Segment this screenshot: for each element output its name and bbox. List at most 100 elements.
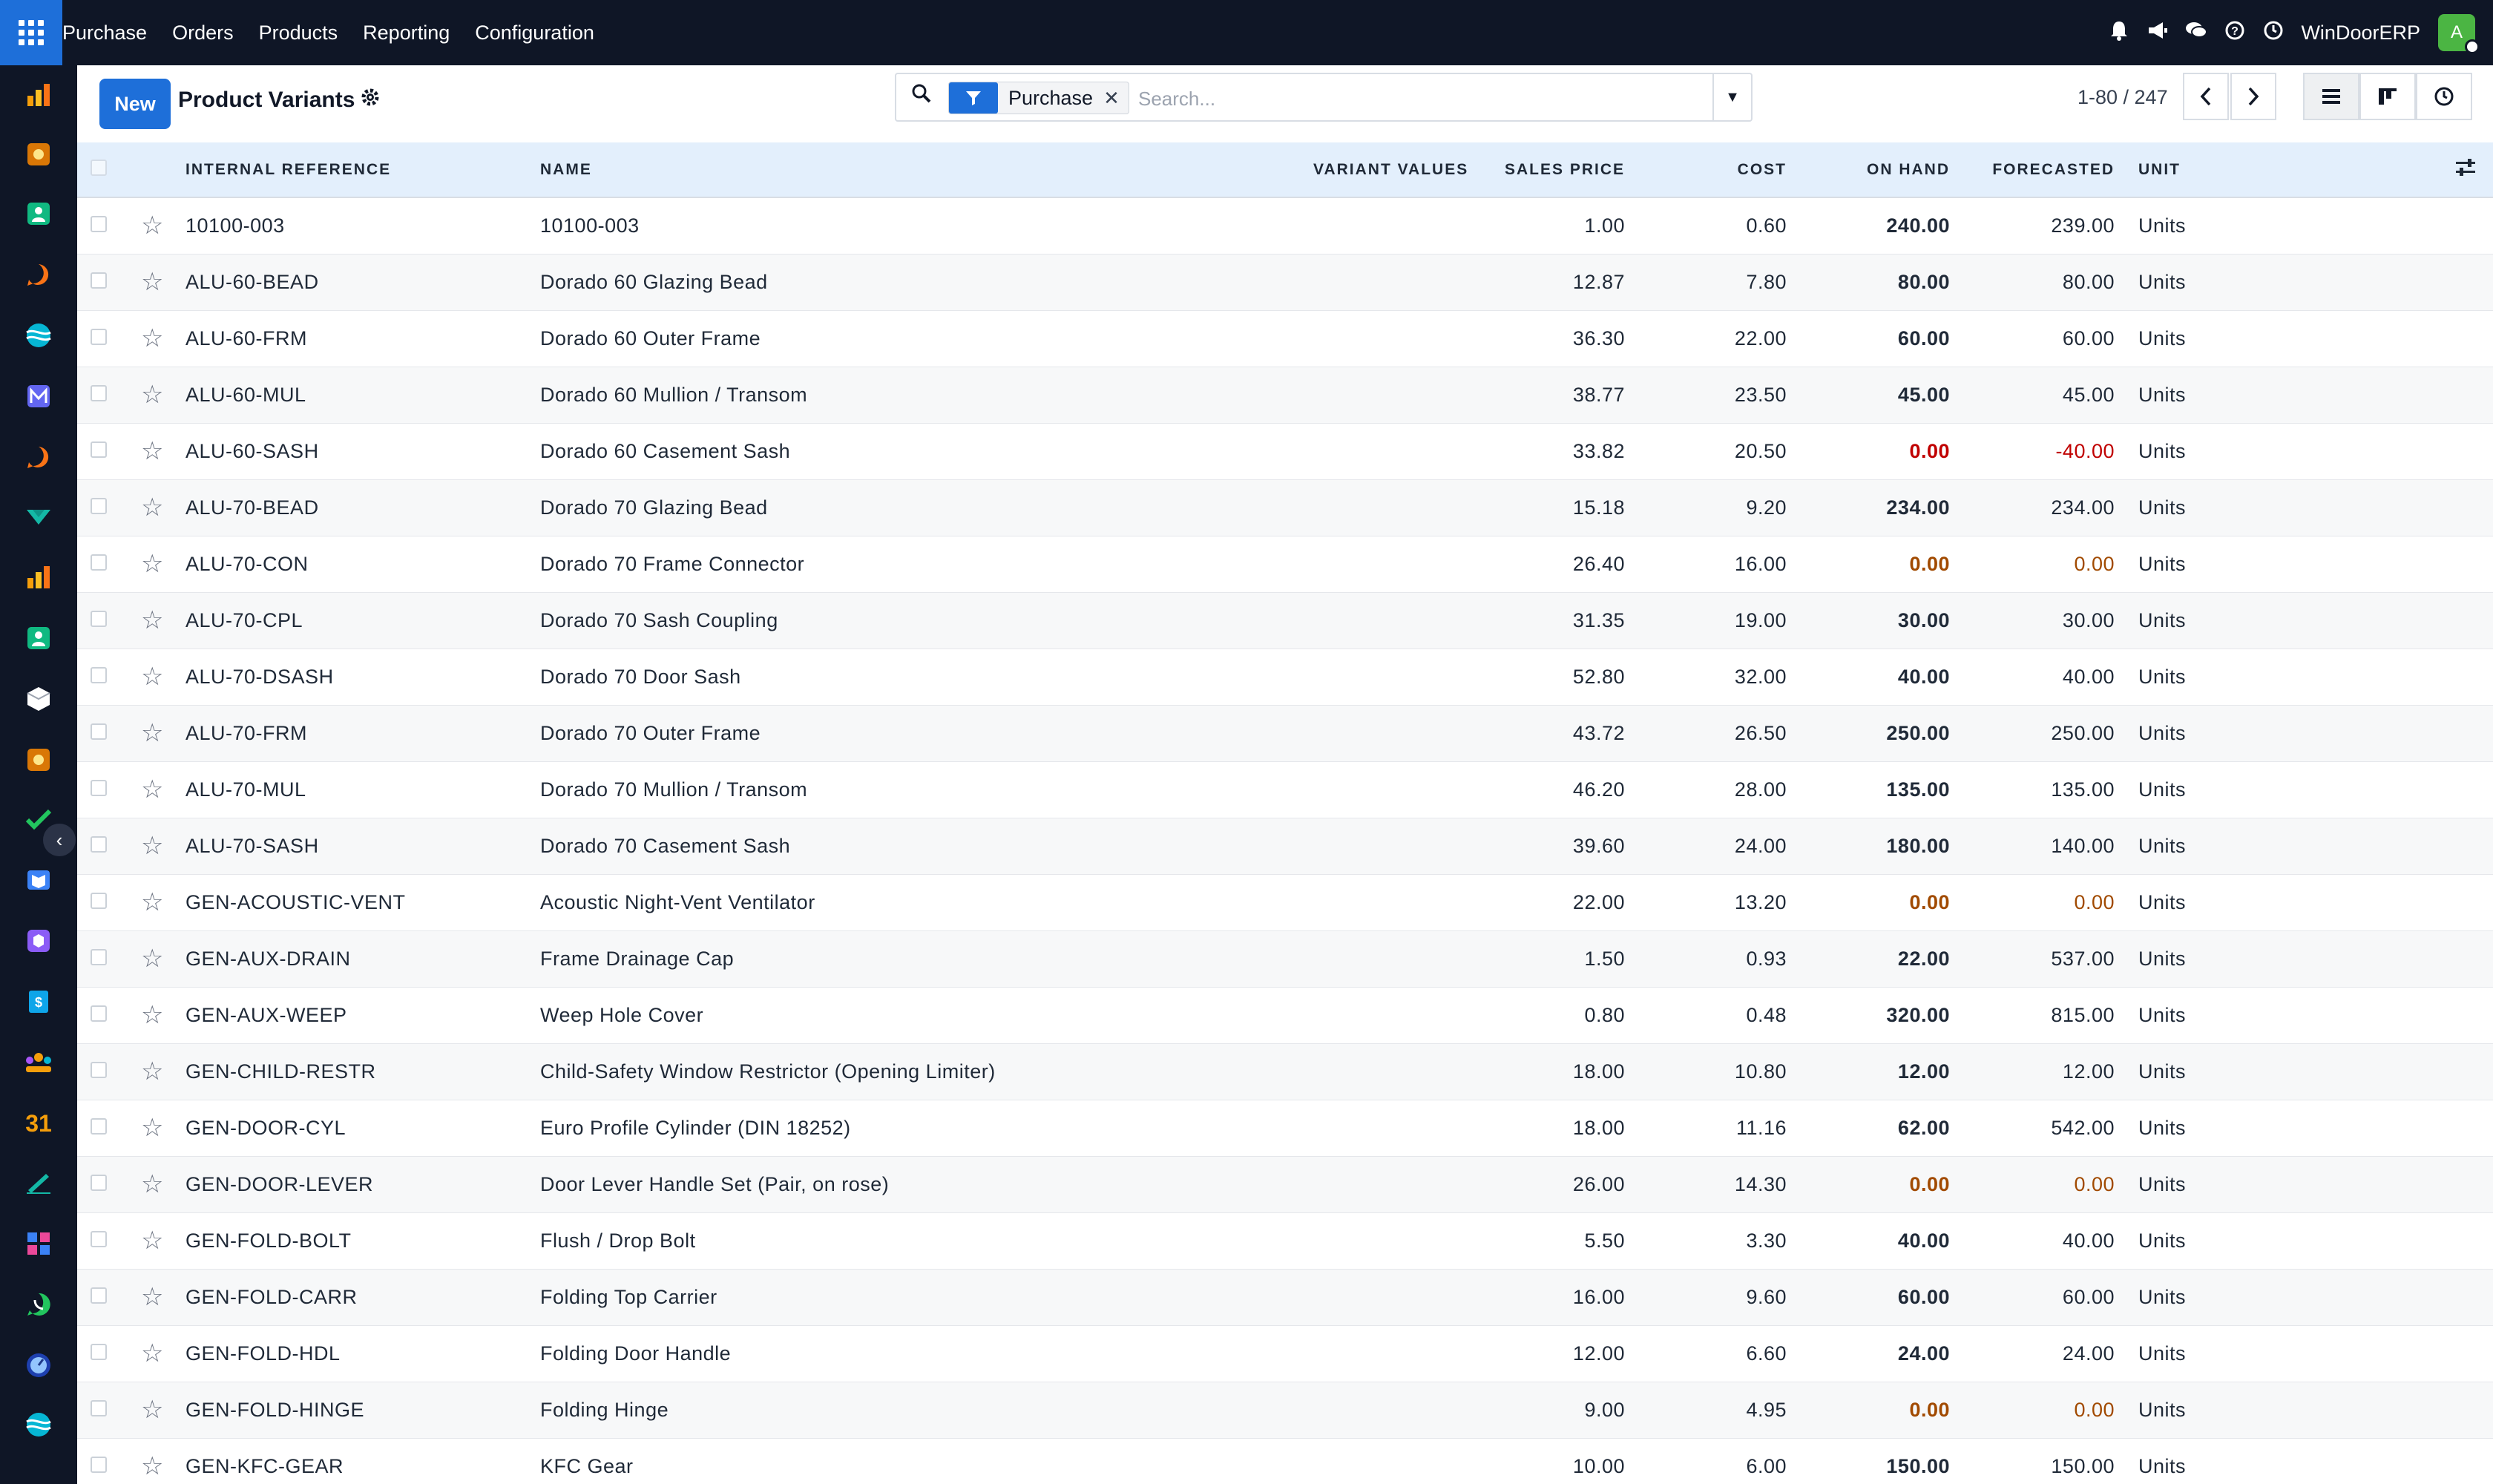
table-row[interactable]: ☆ ALU-60-MUL Dorado 60 Mullion / Transom 38… (77, 367, 2493, 423)
kanban-view-button[interactable] (2359, 73, 2416, 120)
star-icon[interactable]: ☆ (141, 493, 164, 522)
employees-app-icon[interactable] (24, 623, 53, 653)
table-row[interactable]: ☆ ALU-70-SASH Dorado 70 Casement Sash 39.60… (77, 818, 2493, 874)
header-sales-price[interactable]: SALES PRICE (1462, 142, 1625, 198)
star-icon[interactable]: ☆ (141, 1001, 164, 1029)
menu-configuration[interactable]: Configuration (475, 22, 594, 45)
reporting-app-icon[interactable] (24, 80, 53, 110)
megaphone-icon[interactable] (2147, 21, 2169, 45)
pager-previous-button[interactable] (2183, 73, 2229, 120)
bell-icon[interactable] (2108, 20, 2130, 46)
search-input[interactable] (1138, 85, 1583, 113)
star-icon[interactable]: ☆ (141, 1114, 164, 1142)
repair-app-icon[interactable] (24, 926, 53, 956)
mail-app-icon[interactable] (24, 381, 53, 411)
table-row[interactable]: ☆ GEN-CHILD-RESTR Child-Safety Window Rest… (77, 1043, 2493, 1100)
table-row[interactable]: ☆ ALU-70-CPL Dorado 70 Sash Coupling 31.35 1… (77, 592, 2493, 649)
star-icon[interactable]: ☆ (141, 606, 164, 634)
star-icon[interactable]: ☆ (141, 888, 164, 916)
clock-icon[interactable] (2262, 21, 2285, 45)
table-row[interactable]: ☆ 10100-003 10100-003 1.00 0.60 240.00 239.00 U… (77, 197, 2493, 254)
table-row[interactable]: ☆ GEN-FOLD-BOLT Flush / Drop Bolt 5.50 3.30 4… (77, 1212, 2493, 1269)
company-switcher[interactable]: WinDoorERP (2301, 22, 2420, 45)
menu-products[interactable]: Products (259, 22, 338, 45)
star-icon[interactable]: ☆ (141, 437, 164, 465)
studio-app-icon[interactable] (24, 139, 53, 169)
help-icon[interactable]: ? (2224, 21, 2246, 45)
header-on-hand[interactable]: ON HAND (1787, 142, 1950, 198)
pager-value[interactable]: 1-80 / 247 (2078, 86, 2168, 109)
star-icon[interactable]: ☆ (141, 1452, 164, 1480)
table-row[interactable]: ☆ ALU-70-DSASH Dorado 70 Door Sash 52.80 32.… (77, 649, 2493, 705)
row-checkbox[interactable] (91, 892, 107, 909)
row-checkbox[interactable] (91, 1456, 107, 1473)
inventory-app-icon[interactable] (24, 684, 53, 714)
table-row[interactable]: ☆ GEN-DOOR-CYL Euro Profile Cylinder (DIN … (77, 1100, 2493, 1156)
knowledge-app-icon[interactable] (24, 865, 53, 895)
row-checkbox[interactable] (91, 1005, 107, 1022)
table-row[interactable]: ☆ GEN-DOOR-LEVER Door Lever Handle Set (Pa… (77, 1156, 2493, 1212)
star-icon[interactable]: ☆ (141, 719, 164, 747)
row-checkbox[interactable] (91, 610, 107, 627)
app-brand[interactable]: Purchase (62, 22, 147, 45)
header-internal-reference[interactable]: INTERNAL REFERENCE (185, 142, 519, 198)
list-view-button[interactable] (2303, 73, 2359, 120)
row-checkbox[interactable] (91, 441, 107, 458)
row-checkbox[interactable] (91, 666, 107, 683)
chevron-left-icon[interactable]: ‹ (43, 824, 76, 856)
row-checkbox[interactable] (91, 948, 107, 965)
table-row[interactable]: ☆ GEN-FOLD-CARR Folding Top Carrier 16.00 9.… (77, 1269, 2493, 1325)
row-checkbox[interactable] (91, 1061, 107, 1078)
gear-icon[interactable] (361, 88, 380, 112)
row-checkbox[interactable] (91, 835, 107, 853)
star-icon[interactable]: ☆ (141, 663, 164, 691)
calendar-app-icon[interactable]: 31 (24, 1107, 53, 1137)
row-checkbox[interactable] (91, 328, 107, 345)
table-row[interactable]: ☆ GEN-KFC-GEAR KFC Gear 10.00 6.00 150.00 150.… (77, 1438, 2493, 1484)
timer-app-icon[interactable] (24, 1350, 53, 1380)
website-app-icon[interactable] (24, 321, 53, 350)
menu-reporting[interactable]: Reporting (363, 22, 450, 45)
pager-next-button[interactable] (2230, 73, 2276, 120)
star-icon[interactable]: ☆ (141, 1339, 164, 1368)
star-icon[interactable]: ☆ (141, 1170, 164, 1198)
table-row[interactable]: ☆ GEN-AUX-DRAIN Frame Drainage Cap 1.50 0.93… (77, 930, 2493, 987)
row-checkbox[interactable] (91, 554, 107, 571)
table-row[interactable]: ☆ ALU-60-BEAD Dorado 60 Glazing Bead 12.87 7… (77, 254, 2493, 310)
row-checkbox[interactable] (91, 497, 107, 514)
select-all-checkbox[interactable] (91, 159, 107, 176)
star-icon[interactable]: ☆ (141, 1396, 164, 1424)
row-checkbox[interactable] (91, 1117, 107, 1135)
signature-app-icon[interactable] (24, 1168, 53, 1198)
studio2-app-icon[interactable] (24, 745, 53, 775)
header-name[interactable]: NAME (519, 142, 1313, 198)
star-icon[interactable]: ☆ (141, 1227, 164, 1255)
star-icon[interactable]: ☆ (141, 550, 164, 578)
close-icon[interactable]: ✕ (1103, 87, 1120, 110)
row-checkbox[interactable] (91, 1230, 107, 1247)
table-row[interactable]: ☆ GEN-FOLD-HDL Folding Door Handle 12.00 6.6… (77, 1325, 2493, 1382)
table-row[interactable]: ☆ ALU-60-SASH Dorado 60 Casement Sash 33.82… (77, 423, 2493, 479)
spreadsheet-app-icon[interactable] (24, 1229, 53, 1258)
table-row[interactable]: ☆ GEN-FOLD-HINGE Folding Hinge 9.00 4.95 0.00… (77, 1382, 2493, 1438)
livechat-app-icon[interactable] (24, 442, 53, 472)
star-icon[interactable]: ☆ (141, 775, 164, 804)
row-checkbox[interactable] (91, 1399, 107, 1416)
website2-app-icon[interactable] (24, 1410, 53, 1439)
table-row[interactable]: ☆ ALU-70-BEAD Dorado 70 Glazing Bead 15.18 9… (77, 479, 2493, 536)
page-title[interactable]: Product Variants (178, 88, 355, 113)
app-menu-button[interactable] (0, 0, 62, 65)
contacts-app-icon[interactable] (24, 199, 53, 229)
table-row[interactable]: ☆ ALU-60-FRM Dorado 60 Outer Frame 36.30 22.… (77, 310, 2493, 367)
star-icon[interactable]: ☆ (141, 211, 164, 240)
star-icon[interactable]: ☆ (141, 1057, 164, 1086)
new-button[interactable]: New (99, 79, 171, 129)
header-cost[interactable]: COST (1625, 142, 1787, 198)
activity-view-button[interactable] (2416, 73, 2472, 120)
menu-orders[interactable]: Orders (172, 22, 234, 45)
whatsapp-app-icon[interactable] (24, 1290, 53, 1319)
star-icon[interactable]: ☆ (141, 945, 164, 973)
row-checkbox[interactable] (91, 272, 107, 289)
table-row[interactable]: ☆ ALU-70-FRM Dorado 70 Outer Frame 43.72 26.… (77, 705, 2493, 761)
header-variant-values[interactable]: VARIANT VALUES (1313, 142, 1467, 198)
